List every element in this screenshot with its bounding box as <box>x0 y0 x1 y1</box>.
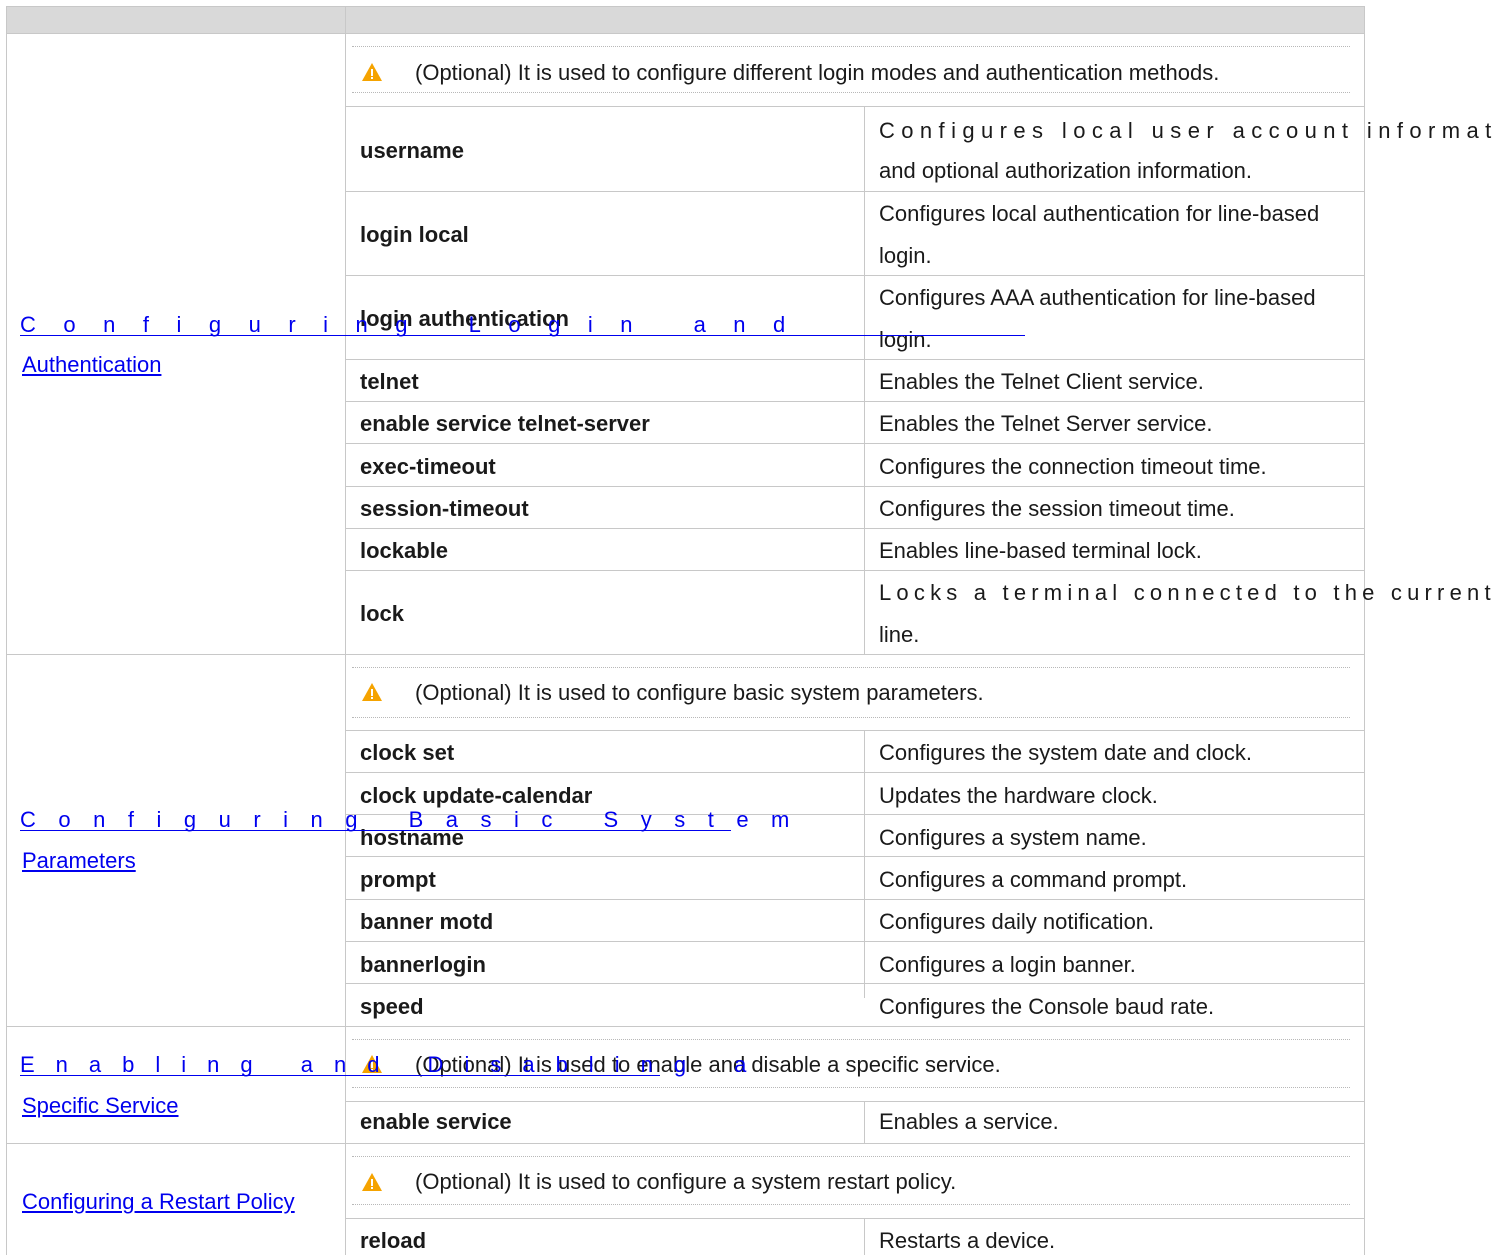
desc-line: Configures a command prompt. <box>879 867 1188 892</box>
cmd-username: username <box>360 138 464 163</box>
cmd-speed: speed <box>360 994 424 1019</box>
cmd-lock: lock <box>360 601 405 626</box>
note-divider-bottom <box>352 92 1350 93</box>
desc-line: Enables the Telnet Client service. <box>879 369 1204 394</box>
note-divider-bottom <box>352 717 1350 718</box>
link-configuring-a-restart-policy[interactable]: Configuring a Restart Policy <box>22 1189 295 1215</box>
row-divider <box>345 275 1365 276</box>
grid-header-top <box>6 6 1365 7</box>
group-divider <box>6 654 1365 655</box>
note-divider-bottom <box>352 1087 1350 1088</box>
group-divider <box>6 1143 1365 1144</box>
row-divider <box>345 401 1365 402</box>
link-configuring-basic-system-parameters[interactable]: Configuring Basic System <box>20 807 789 833</box>
link-line1[interactable]: Configuring Login and <box>20 312 813 337</box>
cmd-telnet: telnet <box>360 369 419 394</box>
cmd-col-divider <box>864 1218 865 1255</box>
link-line1[interactable]: Enabling and Disabling a <box>20 1052 767 1077</box>
cmd-col-divider <box>864 1101 865 1143</box>
desc-line: Locks a terminal connected to the curren… <box>879 580 1492 605</box>
note-divider-top <box>352 46 1350 47</box>
desc-line: Enables the Telnet Server service. <box>879 411 1213 436</box>
desc-line: Restarts a device. <box>879 1228 1056 1253</box>
desc-line: login. <box>879 243 932 268</box>
desc-line: Configures a login banner. <box>879 952 1136 977</box>
row-divider <box>345 443 1365 444</box>
link-configuring-login-and-authentication[interactable]: Configuring Login and <box>20 312 1025 338</box>
cmd-session-timeout: session-timeout <box>360 496 529 521</box>
row-divider <box>345 899 1365 900</box>
row-divider <box>345 359 1365 360</box>
desc-line: line. <box>879 622 920 647</box>
row-divider <box>345 983 1365 984</box>
cmd-col-divider <box>864 106 865 655</box>
desc-line: Configures the connection timeout time. <box>879 454 1267 479</box>
note-text: (Optional) It is used to configure basic… <box>415 680 984 705</box>
desc-line: Updates the hardware clock. <box>879 783 1158 808</box>
row-divider <box>345 570 1365 571</box>
grid-header-bottom <box>6 33 1365 34</box>
link-enabling-and-disabling-a-service[interactable]: Enabling and Disabling a <box>20 1052 746 1078</box>
note-text: (Optional) It is used to configure a sys… <box>415 1169 957 1194</box>
cmd-enable-service-telnet-server: enable service telnet-server <box>360 411 650 436</box>
desc-line: Enables line-based terminal lock. <box>879 538 1202 563</box>
table-header <box>6 6 1365 33</box>
cmd-prompt: prompt <box>360 867 436 892</box>
cmd-enable-service: enable service <box>360 1109 512 1134</box>
row-divider <box>345 941 1365 942</box>
cmd-reload: reload <box>360 1228 427 1253</box>
cmd-clock-update-calendar: clock update-calendar <box>360 783 593 808</box>
grid-outer-left <box>6 6 7 1255</box>
row-divider <box>345 730 1365 731</box>
cmd-clock-set: clock set <box>360 740 455 765</box>
desc-line: Configures local authentication for line… <box>879 201 1320 226</box>
cmd-bannerlogin: bannerlogin <box>360 952 486 977</box>
warning-triangle-icon <box>362 1173 382 1191</box>
grid-outer-right <box>1364 6 1365 1255</box>
desc-line: Configures local user account informatio… <box>879 118 1492 143</box>
note-divider-top <box>352 1156 1350 1157</box>
link-parameters[interactable]: Parameters <box>22 848 136 874</box>
row-divider <box>345 772 1365 773</box>
desc-line: Configures AAA authentication for line-b… <box>879 285 1316 310</box>
row-divider <box>345 1101 1365 1102</box>
row-divider <box>345 486 1365 487</box>
link-authentication[interactable]: Authentication <box>22 352 161 378</box>
desc-line: Configures a system name. <box>879 825 1147 850</box>
desc-line: Enables a service. <box>879 1109 1059 1134</box>
row-divider <box>345 856 1365 857</box>
note-divider-top <box>352 1039 1350 1040</box>
row-divider <box>345 528 1365 529</box>
warning-triangle-icon <box>362 683 382 701</box>
cmd-col-divider <box>864 730 865 998</box>
row-divider <box>345 106 1365 107</box>
link-line1[interactable]: Configuring Basic System <box>20 807 812 832</box>
desc-line: Configures daily notification. <box>879 909 1155 934</box>
desc-line: Configures the Console baud rate. <box>879 994 1215 1019</box>
note-text: (Optional) It is used to configure diffe… <box>415 60 1220 85</box>
link-underline <box>20 335 1025 336</box>
desc-line: and optional authorization information. <box>879 158 1253 183</box>
note-divider-bottom <box>352 1204 1350 1205</box>
cmd-banner-motd: banner motd <box>360 909 494 934</box>
warning-triangle-icon <box>362 63 382 81</box>
note-divider-top <box>352 667 1350 668</box>
desc-line: Configures the session timeout time. <box>879 496 1235 521</box>
link-underline <box>20 1075 660 1076</box>
row-divider <box>345 191 1365 192</box>
cmd-lockable: lockable <box>360 538 449 563</box>
cmd-login-local: login local <box>360 222 469 247</box>
desc-line: Configures the system date and clock. <box>879 740 1252 765</box>
link-specific-service[interactable]: Specific Service <box>22 1093 179 1119</box>
row-divider <box>345 1218 1365 1219</box>
link-underline <box>20 830 731 831</box>
group-divider <box>6 1026 1365 1027</box>
cmd-exec-timeout: exec-timeout <box>360 454 496 479</box>
